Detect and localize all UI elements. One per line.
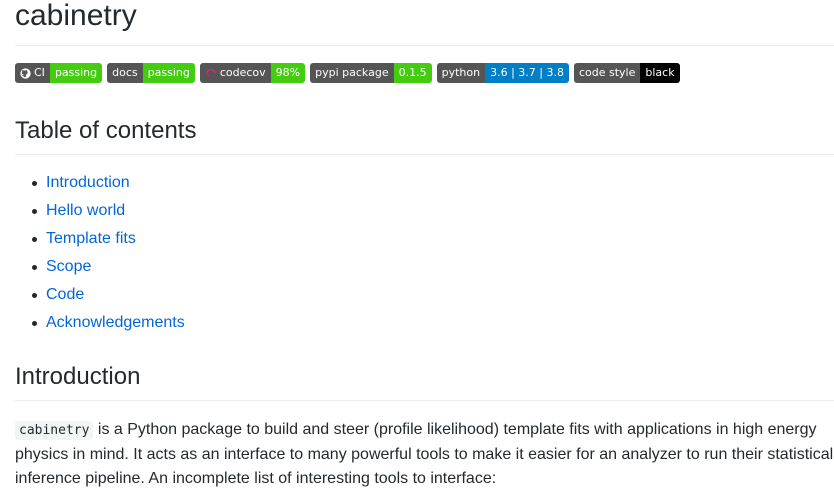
title-divider — [15, 45, 834, 46]
toc-list: Introduction Hello world Template fits S… — [15, 172, 834, 340]
badge-code-style-label: code style — [573, 63, 641, 83]
list-item: Acknowledgements — [15, 312, 834, 340]
toc-link-code[interactable]: Code — [46, 286, 84, 303]
badge-docs-label: docs — [107, 63, 143, 83]
badge-ci-label: CI — [34, 66, 45, 79]
list-item: Hello world — [15, 200, 834, 228]
badge-ci[interactable]: CI passing — [15, 63, 103, 83]
list-item: Code — [15, 284, 834, 312]
toc-link-introduction[interactable]: Introduction — [46, 174, 130, 191]
inline-code: cabinetry — [15, 421, 94, 440]
toc-link-scope[interactable]: Scope — [46, 258, 91, 275]
badge-docs-status: passing — [142, 63, 195, 83]
badge-python-label: python — [436, 63, 486, 83]
page-title: cabinetry — [15, 0, 137, 32]
github-icon — [20, 67, 31, 79]
badge-codecov-status: 98% — [270, 63, 306, 83]
introduction-heading: Introduction — [15, 363, 141, 390]
introduction-text: is a Python package to build and steer (… — [15, 421, 834, 487]
badge-pypi[interactable]: pypi package 0.1.5 — [310, 63, 432, 83]
badge-python[interactable]: python 3.6 | 3.7 | 3.8 — [436, 63, 569, 83]
toc-divider — [15, 154, 834, 155]
introduction-paragraph: cabinetry is a Python package to build a… — [15, 418, 834, 490]
readme-content: cabinetry CI passing docs passing codeco… — [15, 0, 834, 490]
badge-code-style[interactable]: code style black — [573, 63, 680, 83]
list-item: Introduction — [15, 172, 834, 200]
badge-pypi-version: 0.1.5 — [393, 63, 432, 83]
introduction-divider — [15, 400, 834, 401]
badge-python-versions: 3.6 | 3.7 | 3.8 — [485, 63, 569, 83]
badge-pypi-label: pypi package — [310, 63, 394, 83]
badge-codecov[interactable]: codecov 98% — [199, 63, 306, 83]
toc-link-acknowledgements[interactable]: Acknowledgements — [46, 314, 185, 331]
toc-heading: Table of contents — [15, 117, 197, 144]
badge-ci-status: passing — [49, 63, 103, 83]
badge-codecov-label: codecov — [219, 66, 266, 79]
badge-code-style-value: black — [640, 63, 680, 83]
list-item: Template fits — [15, 228, 834, 256]
list-item: Scope — [15, 256, 834, 284]
codecov-icon — [205, 68, 216, 76]
badge-docs[interactable]: docs passing — [107, 63, 195, 83]
toc-link-template-fits[interactable]: Template fits — [46, 230, 136, 247]
badge-row: CI passing docs passing codecov 98% pypi… — [15, 63, 834, 83]
toc-link-hello-world[interactable]: Hello world — [46, 202, 125, 219]
